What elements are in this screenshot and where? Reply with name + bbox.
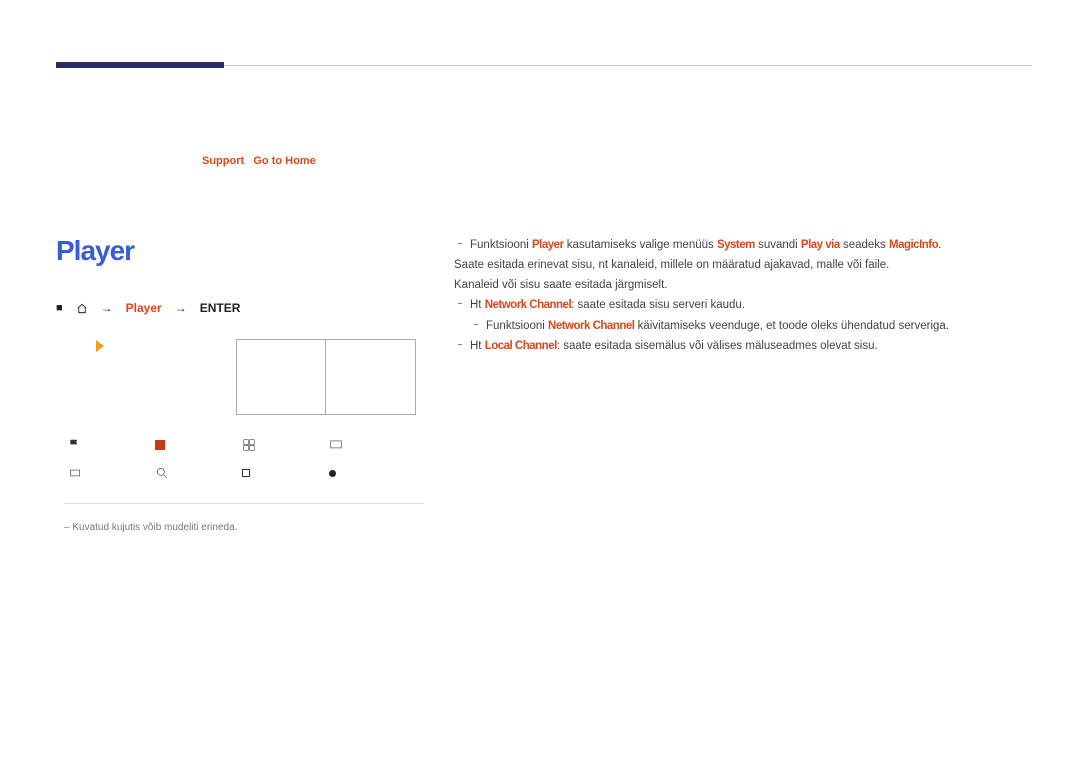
play-icon xyxy=(96,340,104,352)
desc-line-1: Funktsiooni Player kasutamiseks valige m… xyxy=(454,235,1014,255)
grid-icon-search xyxy=(155,463,242,483)
grid-icon-flag xyxy=(68,435,155,455)
grid-icon-grid xyxy=(242,435,329,455)
grid-icon-rect xyxy=(68,463,155,483)
grid-icon-small-box xyxy=(242,463,329,483)
support-action: Go to Home xyxy=(253,155,315,167)
arrow-icon: → xyxy=(175,301,187,315)
desc-line-3: Kanaleid või sisu saate esitada järgmise… xyxy=(454,275,1014,295)
thumbnail xyxy=(326,339,416,415)
local-channel-line: Ht Local Channel: saate esitada sisemälu… xyxy=(454,336,1014,356)
grid-icon-dot xyxy=(329,463,416,483)
arrow-icon: → xyxy=(101,301,113,315)
grid-icon-screen xyxy=(329,435,416,455)
enter-label: ENTER xyxy=(200,301,241,315)
support-line: Support Go to Home xyxy=(202,155,316,167)
home-glyph: ■ xyxy=(56,302,63,314)
support-label: Support xyxy=(202,155,244,167)
network-channel-line: Ht Network Channel: saate esitada sisu s… xyxy=(454,295,1014,315)
desc-line-2: Saate esitada erinevat sisu, nt kanaleid… xyxy=(454,255,1014,275)
left-column: Player HOME ■ → Player → ENTER xyxy=(56,235,426,439)
home-icon xyxy=(76,303,88,314)
footnote: – Kuvatud kujutis võib mudeliti erineda. xyxy=(64,503,424,533)
network-channel-sub: Funktsiooni Network Channel käivitamisek… xyxy=(454,316,1014,336)
breadcrumb: HOME ■ → Player → ENTER xyxy=(56,301,426,315)
thumbnail xyxy=(236,339,326,415)
player-label: Player xyxy=(126,301,162,315)
description-column: Funktsiooni Player kasutamiseks valige m… xyxy=(454,235,1014,356)
thumbnail-row xyxy=(236,339,426,415)
chapter-rule xyxy=(56,65,1032,69)
icon-grid xyxy=(68,435,438,491)
page-title: Player xyxy=(56,235,426,267)
grid-icon-stop xyxy=(155,435,242,455)
